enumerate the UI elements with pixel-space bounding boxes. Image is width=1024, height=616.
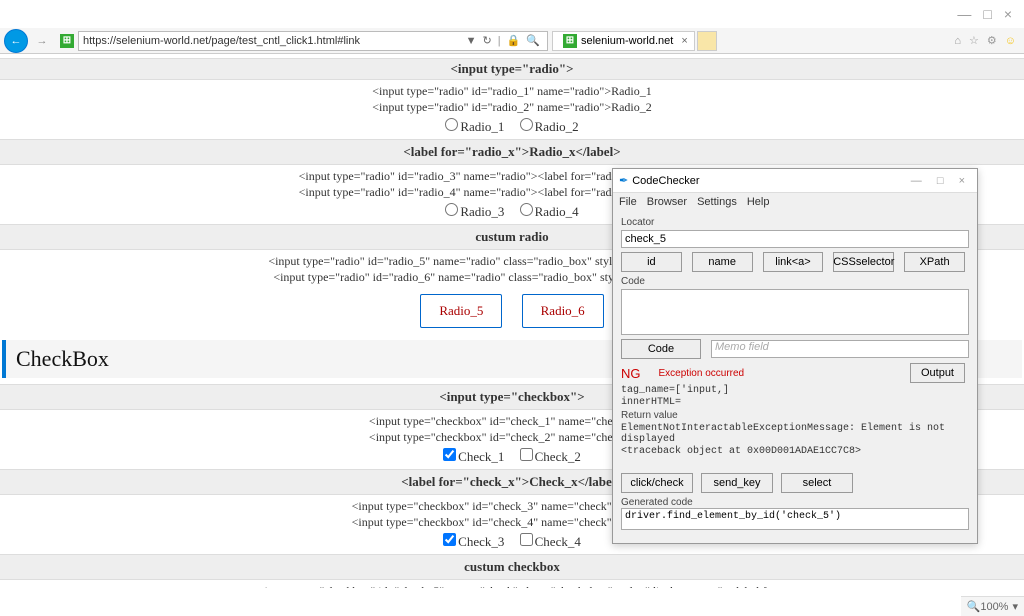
cc-code-button[interactable]: Code [621,339,701,359]
radio-3[interactable] [445,203,458,216]
cc-locator-label: Locator [621,217,969,228]
gear-icon[interactable]: ⚙ [987,34,997,47]
section-input-radio: <input type="radio"> [0,58,1024,80]
cc-inner-html: innerHTML= [621,397,969,408]
tab-favicon: ⊞ [563,34,577,48]
cc-select-button[interactable]: select [781,473,853,493]
zoom-dropdown-icon[interactable]: ▾ [1012,600,1018,613]
forward-button[interactable]: → [30,29,54,53]
cc-send-key-button[interactable]: send_key [701,473,773,493]
radio-6-button[interactable]: Radio_6 [522,294,604,328]
radio-2[interactable] [520,118,533,131]
home-icon[interactable]: ⌂ [954,35,961,47]
check-1[interactable] [443,448,456,461]
cc-return-line2: <traceback object at 0x00D001ADAE1CC7C8> [621,446,969,457]
zoom-level: 100% [980,601,1008,613]
cc-return-line1: ElementNotInteractableExceptionMessage: … [621,423,969,445]
check-3[interactable] [443,533,456,546]
cc-click-check-button[interactable]: click/check [621,473,693,493]
cc-memo-field[interactable]: Memo field [711,340,969,358]
os-titlebar: — □ × [0,0,1024,28]
cc-minimize-icon[interactable]: — [911,175,922,187]
cc-menu-browser[interactable]: Browser [647,196,687,208]
cc-return-box: ElementNotInteractableExceptionMessage: … [621,423,969,469]
maximize-icon[interactable]: □ [983,6,991,22]
refresh-icon[interactable]: ▼ [466,35,477,47]
tab-selenium-world[interactable]: ⊞ selenium-world.net × [552,31,695,51]
new-tab-button[interactable] [697,31,717,51]
cc-menu-file[interactable]: File [619,196,637,208]
cc-btn-link[interactable]: link<a> [763,252,824,272]
cc-output-button[interactable]: Output [910,363,965,383]
section-label-radio-x: <label for="radio_x">Radio_x</label> [0,139,1024,165]
code-radio-2: <input type="radio" id="radio_2" name="r… [0,100,1024,115]
cc-title-text: CodeChecker [632,175,699,187]
cc-status-ng: NG [621,366,641,381]
check-4[interactable] [520,533,533,546]
cc-btn-xpath[interactable]: XPath [904,252,965,272]
lock-icon: 🔒 [507,34,521,47]
smile-icon[interactable]: ☺ [1005,35,1016,47]
section-custom-checkbox: custum checkbox [0,554,1024,580]
cc-btn-css[interactable]: CSSselector [833,252,894,272]
back-button[interactable]: ← [4,29,28,53]
codechecker-window: ✒ CodeChecker — □ × File Browser Setting… [612,168,978,544]
cc-tag-name: tag_name=['input,] [621,385,969,396]
radio-4[interactable] [520,203,533,216]
close-icon[interactable]: × [1004,6,1012,22]
browser-statusbar: 🔍 100% ▾ [961,596,1024,616]
favorites-icon[interactable]: ☆ [969,34,979,47]
browser-toolbar: ← → ⊞ https://selenium-world.net/page/te… [0,28,1024,54]
cc-status-exception: Exception occurred [659,368,745,379]
site-favicon: ⊞ [60,34,74,48]
stop-icon[interactable]: ↻ [483,34,492,47]
cc-code-label: Code [621,276,969,287]
cc-return-label: Return value [621,410,969,421]
cc-menu-settings[interactable]: Settings [697,196,737,208]
cc-gen-label: Generated code [621,497,969,508]
cc-close-icon[interactable]: × [959,175,965,187]
url-text: https://selenium-world.net/page/test_cnt… [83,35,463,47]
tab-title: selenium-world.net [581,35,673,47]
zoom-icon[interactable]: 🔍 [967,600,981,613]
check-2[interactable] [520,448,533,461]
cc-maximize-icon[interactable]: □ [937,175,944,187]
radio-5-button[interactable]: Radio_5 [420,294,502,328]
radio-1[interactable] [445,118,458,131]
minimize-icon[interactable]: — [957,6,971,22]
cc-gen-code[interactable]: driver.find_element_by_id('check_5') [621,508,969,530]
cc-btn-name[interactable]: name [692,252,753,272]
search-icon[interactable]: 🔍 [526,34,540,47]
cc-locator-input[interactable] [621,230,969,248]
cc-app-icon: ✒ [619,174,628,187]
tab-close-icon[interactable]: × [681,35,687,47]
cc-code-textarea[interactable] [621,289,969,335]
code-radio-1: <input type="radio" id="radio_1" name="r… [0,84,1024,99]
cc-btn-id[interactable]: id [621,252,682,272]
cc-menu-help[interactable]: Help [747,196,770,208]
address-bar[interactable]: https://selenium-world.net/page/test_cnt… [78,31,548,51]
cc-titlebar[interactable]: ✒ CodeChecker — □ × [613,169,977,193]
code-check-5: <input type="checkbox" id="check_5" name… [0,584,1024,588]
cc-menubar: File Browser Settings Help [613,193,977,211]
